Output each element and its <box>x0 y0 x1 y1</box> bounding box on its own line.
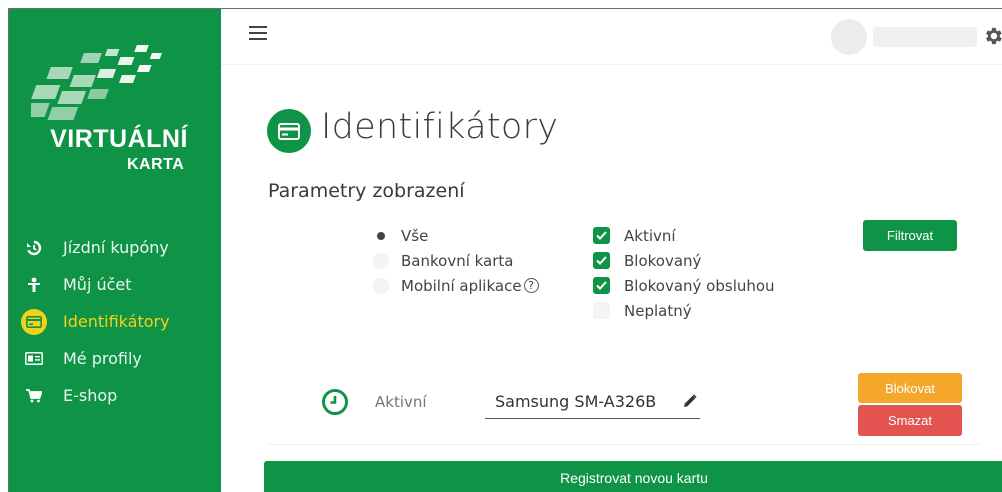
sidebar-item-label: Mé profily <box>63 349 142 368</box>
radio-bankovni-karta[interactable]: Bankovní karta <box>373 248 539 273</box>
sidebar-item-e-shop[interactable]: E-shop <box>21 377 221 414</box>
page-title: Identifikátory <box>321 107 559 147</box>
sidebar-item-me-profily[interactable]: Mé profily <box>21 340 221 377</box>
device-name-field[interactable]: Samsung SM-A326B <box>485 391 700 419</box>
filter-button[interactable]: Filtrovat <box>863 220 957 251</box>
cart-icon <box>21 383 47 409</box>
sidebar: VIRTUÁLNÍ KARTA Jízdní kupóny Můj účet I… <box>9 9 221 492</box>
checkbox-aktivni[interactable]: Aktivní <box>593 223 775 248</box>
app-window: VIRTUÁLNÍ KARTA Jízdní kupóny Můj účet I… <box>8 8 1002 492</box>
user-icon <box>21 272 47 298</box>
checkbox-blokovany[interactable]: Blokovaný <box>593 248 775 273</box>
radio-button[interactable] <box>373 252 389 269</box>
id-card-icon <box>21 346 47 372</box>
logo-icon <box>31 45 162 120</box>
radio-label: Bankovní karta <box>401 251 514 270</box>
sidebar-item-identifikatory[interactable]: Identifikátory <box>21 303 221 340</box>
sidebar-item-label: Jízdní kupóny <box>63 238 169 257</box>
card-status: Aktivní <box>375 393 427 411</box>
device-name: Samsung SM-A326B <box>495 392 657 411</box>
delete-button[interactable]: Smazat <box>858 405 962 436</box>
user-name-placeholder[interactable] <box>873 27 977 47</box>
card-icon <box>21 308 47 335</box>
sidebar-item-label: Můj účet <box>63 275 132 294</box>
card-icon <box>267 109 311 153</box>
sidebar-item-label: Identifikátory <box>63 312 170 331</box>
register-card-button[interactable]: Registrovat novou kartu <box>264 461 1002 492</box>
sidebar-nav: Jízdní kupóny Můj účet Identifikátory Mé… <box>21 229 221 414</box>
hamburger-icon[interactable] <box>249 26 267 42</box>
status-checkbox-group: Aktivní Blokovaný Blokovaný obsluhou Nep… <box>593 223 775 323</box>
radio-label: Vše <box>401 226 429 245</box>
checkbox-label: Blokovaný obsluhou <box>624 276 775 295</box>
checkbox-label: Blokovaný <box>624 251 702 270</box>
sidebar-item-label: E-shop <box>63 386 118 405</box>
checkbox[interactable] <box>593 277 610 294</box>
checkbox-neplatny[interactable]: Neplatný <box>593 298 775 323</box>
avatar[interactable] <box>831 19 867 55</box>
sidebar-item-jizdni-kupony[interactable]: Jízdní kupóny <box>21 229 221 266</box>
history-icon <box>21 235 47 261</box>
topbar <box>221 9 1002 65</box>
card-list-item: Aktivní Samsung SM-A326B Blokovat Smazat <box>267 365 981 445</box>
type-radio-group: Vše Bankovní karta Mobilní aplikace ? <box>373 223 539 298</box>
radio-vse[interactable]: Vše <box>373 223 539 248</box>
checkbox-label: Neplatný <box>624 301 692 320</box>
block-button[interactable]: Blokovat <box>858 373 962 403</box>
pencil-icon[interactable] <box>683 394 697 408</box>
gear-icon[interactable] <box>982 25 1002 47</box>
radio-label: Mobilní aplikace <box>401 276 522 295</box>
checkbox[interactable] <box>593 227 610 244</box>
sidebar-item-muj-ucet[interactable]: Můj účet <box>21 266 221 303</box>
main-content: Identifikátory Parametry zobrazení Vše B… <box>221 65 1002 492</box>
brand-subtitle: KARTA <box>127 156 185 173</box>
checkbox-blokovany-obsluhou[interactable]: Blokovaný obsluhou <box>593 273 775 298</box>
section-title: Parametry zobrazení <box>268 180 465 202</box>
help-icon[interactable]: ? <box>523 278 539 293</box>
checkbox[interactable] <box>593 252 610 269</box>
radio-mobilni-aplikace[interactable]: Mobilní aplikace ? <box>373 273 539 298</box>
radio-button[interactable] <box>373 277 389 294</box>
brand-title: VIRTUÁLNÍ <box>50 125 188 153</box>
checkbox-label: Aktivní <box>624 226 676 245</box>
clock-icon <box>322 389 348 415</box>
checkbox[interactable] <box>593 302 610 319</box>
radio-button[interactable] <box>373 228 389 244</box>
